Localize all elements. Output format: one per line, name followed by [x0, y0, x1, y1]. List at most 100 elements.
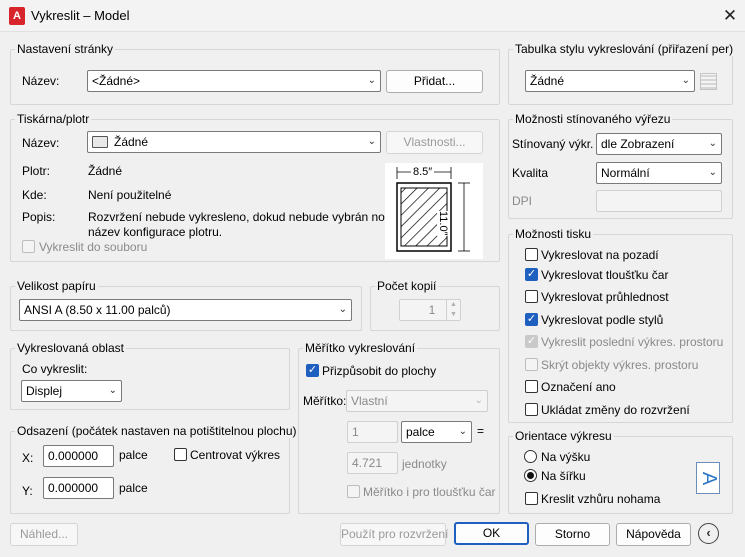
printer-properties-button[interactable]: Vlastnosti... [386, 131, 483, 154]
printer-legend: Tiskárna/plotr [15, 112, 92, 126]
scale-value2-input[interactable]: 4.721 [347, 452, 398, 474]
dpi-label: DPI [512, 194, 533, 208]
where-value: Není použitelné [88, 188, 172, 202]
option-checkbox-background[interactable] [525, 248, 538, 261]
printer-name-dropdown[interactable]: Žádné ⌄ [87, 131, 381, 153]
fit-to-paper-label: Přizpůsobit do plochy [322, 364, 437, 378]
what-to-plot-dropdown[interactable]: Displej ⌄ [21, 380, 122, 402]
scale-lineweights-checkbox[interactable] [347, 485, 360, 498]
scale-unit2-label: jednotky [402, 457, 447, 471]
description-line-2: název konfigurace plotru. [88, 225, 223, 239]
orientation-preview-icon: A [696, 462, 720, 494]
orientation-letter-icon: A [698, 471, 721, 486]
plot-offset-group [10, 431, 290, 514]
style-table-dropdown[interactable]: Žádné ⌄ [525, 70, 695, 92]
equals-icon: = [477, 424, 485, 438]
option-label-transparency: Vykreslovat průhlednost [541, 290, 669, 304]
landscape-label: Na šířku [541, 469, 586, 483]
option-checkbox-hide-objects[interactable] [525, 358, 538, 371]
shade-plot-value: dle Zobrazení [601, 137, 675, 151]
chevron-down-icon: ⌄ [474, 395, 483, 406]
scale-unit-dropdown[interactable]: palce ⌄ [401, 421, 472, 443]
chevron-down-icon: ⌄ [708, 167, 717, 178]
preview-button[interactable]: Náhled... [10, 523, 78, 546]
help-button[interactable]: Nápověda [616, 523, 691, 546]
offset-x-label: X: [22, 451, 34, 465]
chevron-down-icon: ⌄ [108, 385, 117, 396]
shade-plot-label: Stínovaný výkr. [512, 137, 594, 151]
autocad-app-icon: A [9, 7, 25, 25]
add-page-setup-button[interactable]: Přidat... [386, 70, 483, 93]
close-icon[interactable]: ✕ [716, 2, 744, 30]
chevron-down-icon: ⌄ [708, 138, 717, 149]
what-to-plot-label: Co vykreslit: [22, 362, 88, 376]
option-checkbox-paperspace-last[interactable]: ✓ [525, 335, 538, 348]
paper-size-legend: Velikost papíru [15, 279, 98, 293]
option-checkbox-lineweights[interactable]: ✓ [525, 268, 538, 281]
portrait-radio[interactable] [524, 450, 537, 463]
what-to-plot-value: Displej [26, 384, 63, 398]
plotter-value: Žádné [88, 164, 123, 178]
where-label: Kde: [22, 188, 47, 202]
option-label-plot-styles: Vykreslovat podle stylů [541, 313, 664, 327]
plot-options-legend: Možnosti tisku [513, 227, 594, 241]
chevron-down-icon: ⌄ [338, 304, 347, 315]
edit-style-table-icon[interactable] [700, 73, 717, 90]
option-checkbox-plot-styles[interactable]: ✓ [525, 313, 538, 326]
cancel-button[interactable]: Storno [535, 523, 610, 546]
upside-down-checkbox[interactable] [525, 492, 538, 505]
page-setup-legend: Nastavení stránky [15, 42, 116, 56]
offset-x-unit: palce [119, 448, 148, 462]
chevron-down-icon: ⌄ [367, 136, 376, 147]
shade-plot-dropdown[interactable]: dle Zobrazení ⌄ [596, 133, 722, 155]
center-plot-checkbox[interactable] [174, 448, 187, 461]
dpi-input[interactable] [596, 190, 722, 212]
scale-value1-input[interactable]: 1 [347, 421, 398, 443]
printer-name-value: Žádné [114, 135, 149, 149]
apply-to-layout-button[interactable]: Použít pro rozvržení [340, 523, 448, 546]
offset-y-unit: palce [119, 481, 148, 495]
plot-to-file-checkbox[interactable] [22, 240, 35, 253]
plot-area-legend: Vykreslovaná oblast [15, 341, 126, 355]
plot-options-group [508, 234, 733, 423]
fit-to-paper-checkbox[interactable]: ✓ [306, 364, 319, 377]
scale-label: Měřítko: [303, 394, 347, 408]
scale-unit-value: palce [406, 425, 435, 439]
ok-button[interactable]: OK [454, 522, 529, 545]
portrait-label: Na výšku [541, 450, 591, 464]
plot-offset-legend: Odsazení (počátek nastaven na potištitel… [15, 424, 299, 438]
landscape-radio[interactable] [524, 469, 537, 482]
offset-y-label: Y: [22, 484, 33, 498]
option-label-lineweights: Vykreslovat tloušťku čar [541, 268, 669, 282]
title-bar: A Vykreslit – Model ✕ [0, 0, 745, 32]
orientation-legend: Orientace výkresu [513, 429, 614, 443]
offset-y-input[interactable]: 0.000000 [43, 477, 114, 499]
copies-legend: Počet kopií [375, 279, 439, 293]
option-checkbox-transparency[interactable] [525, 290, 538, 303]
description-line-1: Rozvržení nebude vykresleno, dokud nebud… [88, 210, 397, 224]
shaded-viewport-legend: Možnosti stínovaného výřezu [513, 112, 673, 126]
paper-preview: 8.5″ 11.0″ [385, 163, 483, 259]
option-checkbox-save-changes[interactable] [525, 403, 538, 416]
quality-dropdown[interactable]: Normální ⌄ [596, 162, 722, 184]
collapse-chevron-icon[interactable]: ‹ [698, 523, 719, 544]
chevron-down-icon: ⌄ [458, 426, 467, 437]
plot-to-file-label: Vykreslit do souboru [39, 240, 148, 254]
printer-name-label: Název: [22, 136, 60, 150]
plot-scale-legend: Měřítko vykreslování [303, 341, 418, 355]
copies-spinner[interactable]: ▲ ▼ [446, 300, 460, 320]
option-checkbox-stamp[interactable] [525, 380, 538, 393]
scale-lineweights-label: Měřítko i pro tloušťku čar [363, 485, 496, 499]
paper-size-dropdown[interactable]: ANSI A (8.50 x 11.00 palců) ⌄ [19, 299, 352, 321]
style-table-value: Žádné [530, 74, 565, 88]
page-setup-name-dropdown[interactable]: <Žádné> ⌄ [87, 70, 381, 92]
style-table-legend: Tabulka stylu vykreslování (přiřazení pe… [513, 42, 736, 56]
offset-x-input[interactable]: 0.000000 [43, 445, 114, 467]
option-label-save-changes: Ukládat změny do rozvržení [541, 403, 690, 417]
page-setup-name-value: <Žádné> [92, 74, 141, 88]
quality-label: Kvalita [512, 166, 549, 180]
option-label-background: Vykreslovat na pozadí [541, 248, 659, 262]
description-label: Popis: [22, 210, 56, 224]
scale-dropdown[interactable]: Vlastní ⌄ [346, 390, 488, 412]
upside-down-label: Kreslit vzhůru nohama [541, 492, 661, 506]
